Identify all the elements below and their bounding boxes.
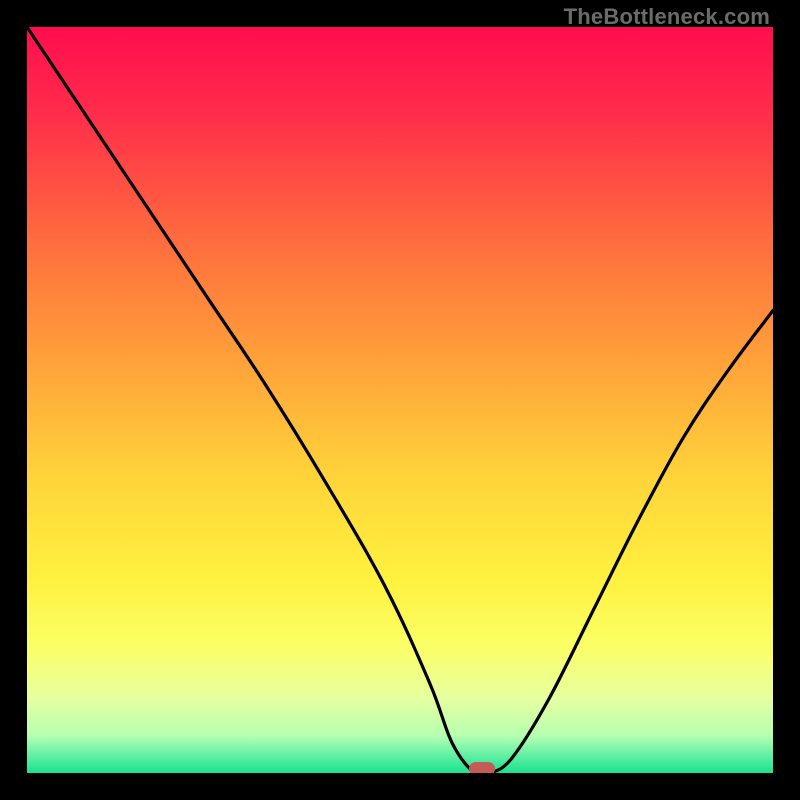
bottleneck-curve: [27, 27, 773, 773]
plot-area: [27, 27, 773, 773]
chart-frame: TheBottleneck.com: [0, 0, 800, 800]
optimal-point-marker: [469, 762, 495, 773]
